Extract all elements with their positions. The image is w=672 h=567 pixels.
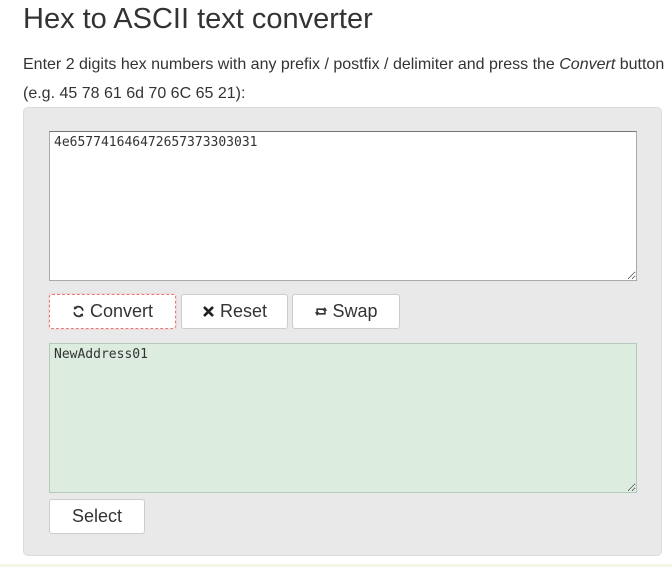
refresh-icon (72, 305, 86, 319)
swap-button[interactable]: Swap (292, 294, 400, 329)
convert-button-label: Convert (89, 301, 154, 321)
close-icon (202, 305, 216, 319)
swap-icon (314, 305, 328, 319)
swap-button-label: Swap (332, 301, 378, 321)
instructions-part-1: Enter 2 digits hex numbers with any pref… (23, 56, 560, 73)
text-output-textarea[interactable]: NewAddress01 (49, 343, 637, 493)
converter-panel: 4e657741646472657373303031 Convert Reset (23, 107, 662, 556)
instructions-emphasis: Convert (559, 56, 616, 73)
instructions-text: Enter 2 digits hex numbers with any pref… (23, 50, 669, 108)
reset-button-label: Reset (219, 301, 268, 321)
hex-input-textarea[interactable]: 4e657741646472657373303031 (49, 131, 637, 281)
select-button[interactable]: Select (49, 499, 145, 534)
convert-button[interactable]: Convert (49, 294, 176, 329)
page-title: Hex to ASCII text converter (23, 3, 373, 35)
page: Hex to ASCII text converter Enter 2 digi… (0, 0, 672, 567)
select-button-label: Select (71, 506, 123, 526)
reset-button[interactable]: Reset (181, 294, 288, 329)
